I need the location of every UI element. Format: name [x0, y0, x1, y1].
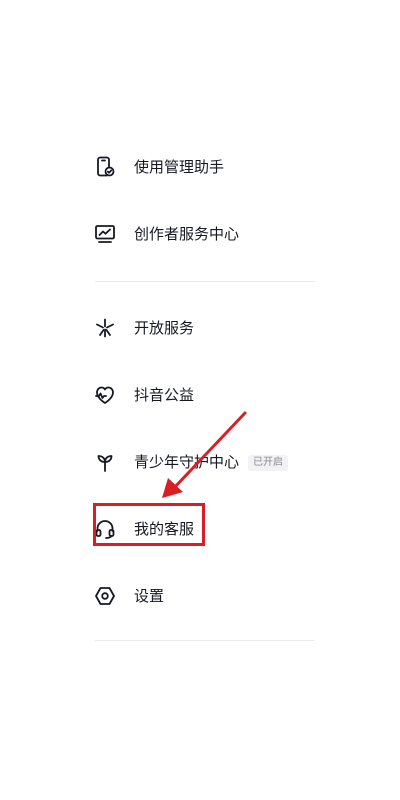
headset-icon — [93, 517, 117, 541]
menu-item-label: 我的客服 — [134, 520, 195, 538]
sparkle-icon — [93, 316, 117, 340]
sprout-icon — [93, 450, 117, 474]
heart-pulse-icon — [93, 383, 117, 407]
section-divider — [95, 640, 315, 641]
status-badge: 已开启 — [248, 455, 288, 471]
menu-item-creator-center[interactable]: 创作者服务中心 — [87, 210, 315, 258]
phone-check-icon — [93, 155, 117, 179]
section-divider — [95, 281, 315, 282]
menu-item-label: 使用管理助手 — [134, 158, 225, 176]
menu-item-label: 开放服务 — [134, 319, 195, 337]
menu-item-label: 青少年守护中心 — [134, 453, 240, 471]
menu-item-charity[interactable]: 抖音公益 — [87, 371, 315, 419]
menu-item-settings[interactable]: 设置 — [87, 572, 315, 620]
menu-item-usage-manager[interactable]: 使用管理助手 — [87, 143, 315, 191]
menu-item-youth-guardian[interactable]: 青少年守护中心 已开启 — [87, 438, 315, 486]
menu-item-label: 抖音公益 — [134, 386, 195, 404]
side-menu-panel: 使用管理助手 创作者服务中心 开放服务 抖音公益 青少年守护中心 已开启 我的客… — [87, 135, 315, 660]
menu-item-customer-service[interactable]: 我的客服 — [87, 505, 315, 553]
menu-item-open-services[interactable]: 开放服务 — [87, 304, 315, 352]
screenshot-page: 使用管理助手 创作者服务中心 开放服务 抖音公益 青少年守护中心 已开启 我的客… — [0, 0, 400, 800]
menu-item-label: 设置 — [134, 587, 165, 605]
hexagon-gear-icon — [93, 584, 117, 608]
menu-item-label: 创作者服务中心 — [134, 225, 240, 243]
monitor-chart-icon — [93, 222, 117, 246]
